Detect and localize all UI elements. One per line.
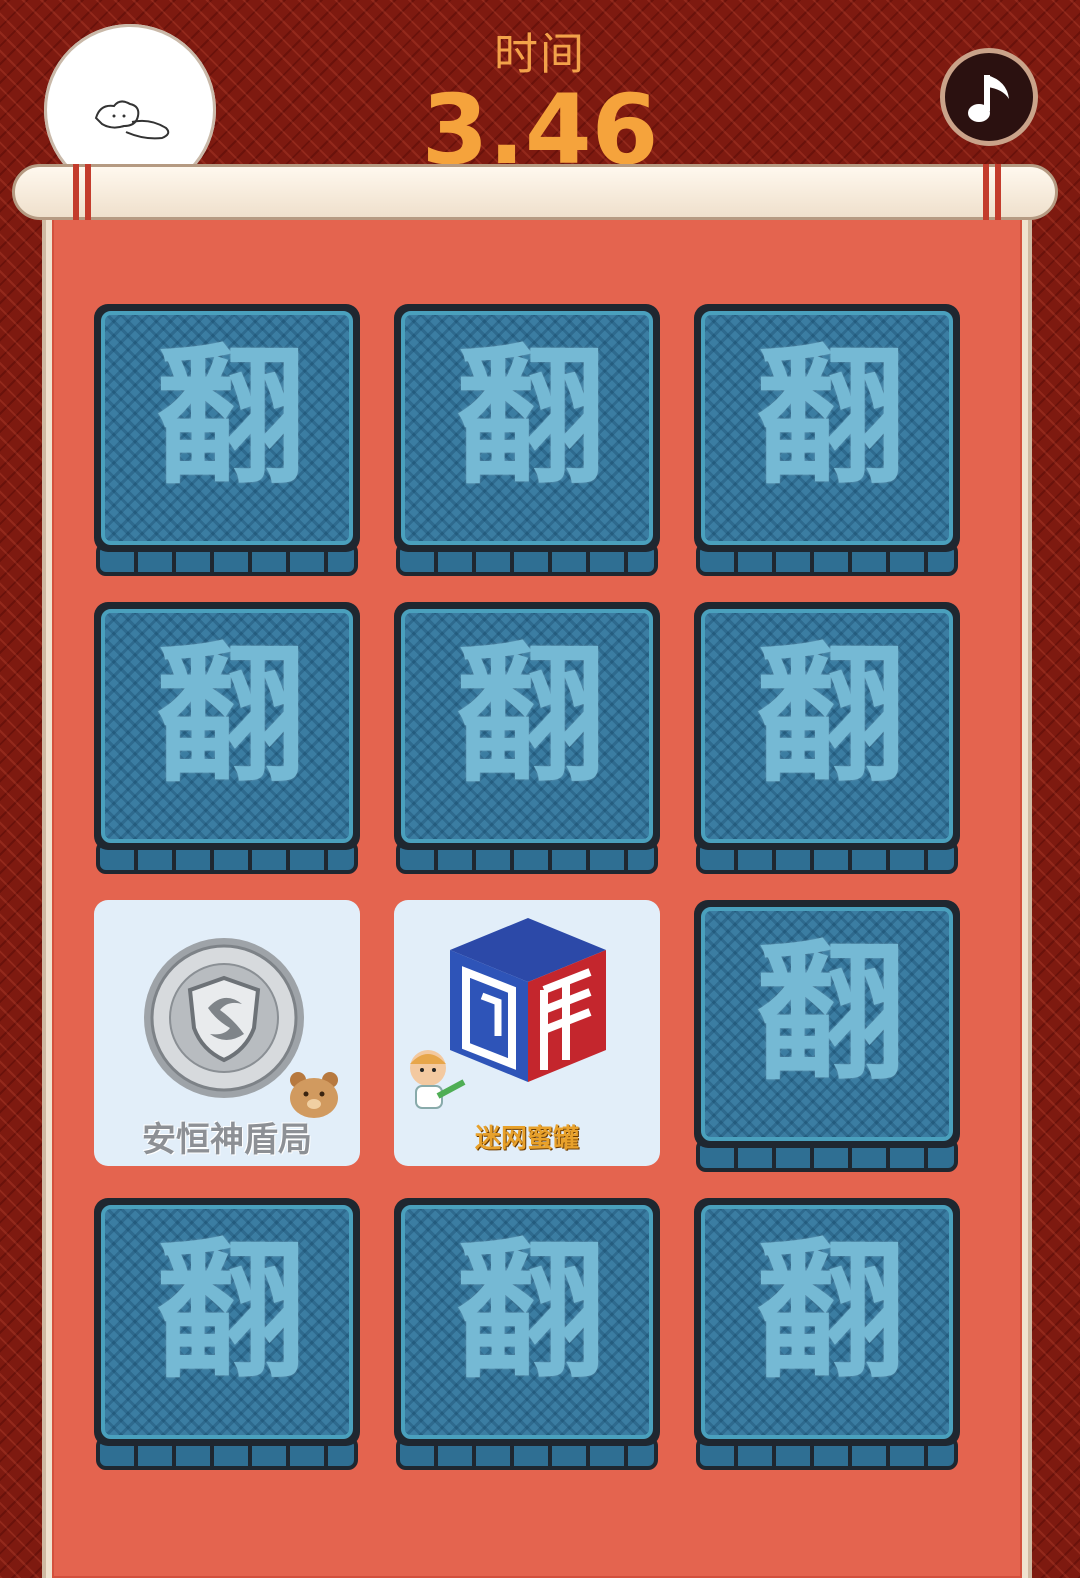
card-glyph: 翻 bbox=[755, 629, 906, 803]
card-glyph: 翻 bbox=[755, 1225, 906, 1399]
card-7-revealed[interactable]: 安恒神盾局 bbox=[94, 900, 360, 1172]
card-2[interactable]: 翻 bbox=[394, 304, 660, 576]
card-back: 翻 bbox=[94, 1198, 360, 1446]
card-6[interactable]: 翻 bbox=[694, 602, 960, 874]
card-10[interactable]: 翻 bbox=[94, 1198, 360, 1470]
scroll-rod bbox=[12, 164, 1058, 220]
shield-badge-icon bbox=[144, 938, 338, 1118]
card-11[interactable]: 翻 bbox=[394, 1198, 660, 1470]
music-note-icon bbox=[968, 75, 1009, 122]
card-caption: 安恒神盾局 bbox=[142, 1120, 312, 1160]
card-12[interactable]: 翻 bbox=[694, 1198, 960, 1470]
card-glyph: 翻 bbox=[155, 629, 306, 803]
card-back: 翻 bbox=[694, 1198, 960, 1446]
card-glyph: 翻 bbox=[755, 331, 906, 505]
card-glyph: 翻 bbox=[155, 1225, 306, 1399]
card-3[interactable]: 翻 bbox=[694, 304, 960, 576]
card-grid: 翻 翻 翻 翻 翻 翻 安恒神盾局 迷网蜜罐 翻 翻 翻 翻 bbox=[94, 304, 980, 1470]
card-face: 迷网蜜罐 bbox=[394, 900, 660, 1166]
card-face: 安恒神盾局 bbox=[94, 900, 360, 1166]
card-back: 翻 bbox=[694, 602, 960, 850]
card-glyph: 翻 bbox=[455, 629, 606, 803]
card-5[interactable]: 翻 bbox=[394, 602, 660, 874]
music-button[interactable] bbox=[940, 48, 1038, 146]
cube-logo-icon bbox=[410, 918, 606, 1109]
card-glyph: 翻 bbox=[155, 331, 306, 505]
card-glyph: 翻 bbox=[455, 1225, 606, 1399]
card-back: 翻 bbox=[394, 304, 660, 552]
card-back: 翻 bbox=[394, 602, 660, 850]
card-back: 翻 bbox=[394, 1198, 660, 1446]
card-back: 翻 bbox=[94, 304, 360, 552]
card-back: 翻 bbox=[694, 900, 960, 1148]
card-back: 翻 bbox=[694, 304, 960, 552]
card-4[interactable]: 翻 bbox=[94, 602, 360, 874]
card-glyph: 翻 bbox=[455, 331, 606, 505]
card-back: 翻 bbox=[94, 602, 360, 850]
card-1[interactable]: 翻 bbox=[94, 304, 360, 576]
timer-label: 时间 bbox=[494, 29, 586, 80]
card-9[interactable]: 翻 bbox=[694, 900, 960, 1172]
card-glyph: 翻 bbox=[755, 927, 906, 1101]
kid-sticker-icon bbox=[410, 1050, 466, 1109]
card-caption: 迷网蜜罐 bbox=[474, 1124, 579, 1154]
card-8-revealed[interactable]: 迷网蜜罐 bbox=[394, 900, 660, 1172]
